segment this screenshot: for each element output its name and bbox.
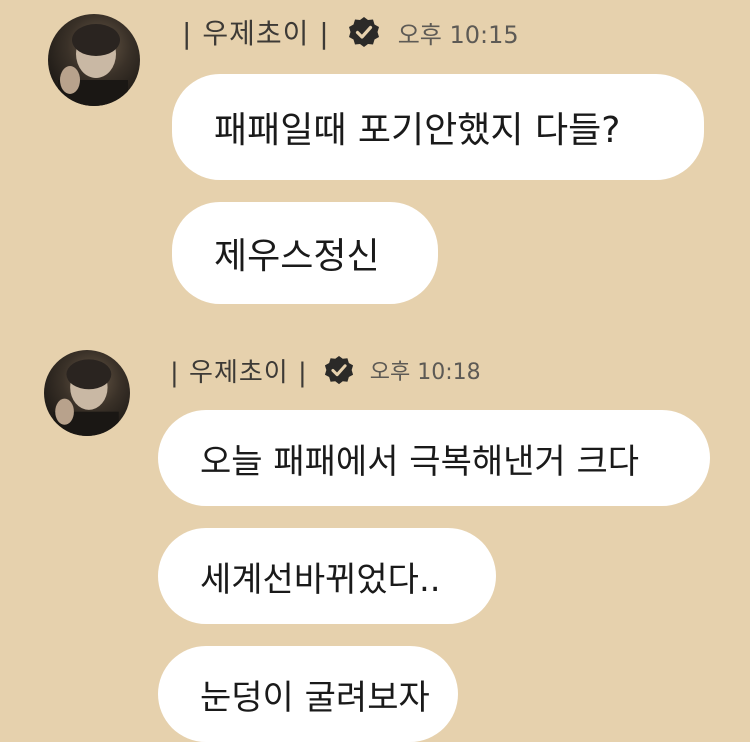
timestamp: 오후 10:18 [369,360,481,385]
message-text: 눈덩이 굴려보자 [200,677,430,718]
message-text: 세계선바뀌었다.. [200,559,441,600]
message-bubble[interactable]: 패패일때 포기안했지 다들? [172,74,704,180]
message-text: 오늘 패패에서 극복해낸거 크다 [200,441,640,482]
message-header: | 우제초이 | 오후 10:18 [170,350,481,390]
verified-badge-icon [348,16,380,48]
message-text: 제우스정신 [214,236,380,277]
avatar[interactable] [44,350,130,436]
message-bubble[interactable]: 오늘 패패에서 극복해낸거 크다 [158,410,710,506]
message-header: | 우제초이 | 오후 10:15 [182,12,519,52]
message-bubble[interactable]: 눈덩이 굴려보자 [158,646,458,742]
message-text: 패패일때 포기안했지 다들? [214,110,621,151]
sender-name[interactable]: | 우제초이 | [170,352,308,389]
avatar-photo [53,359,119,436]
verified-badge-icon [324,355,354,385]
message-bubble[interactable]: 세계선바뀌었다.. [158,528,496,624]
message-bubble[interactable]: 제우스정신 [172,202,438,304]
avatar[interactable] [48,14,140,106]
timestamp: 오후 10:15 [397,20,519,49]
sender-name[interactable]: | 우제초이 | [182,12,330,52]
avatar-photo [58,24,128,106]
